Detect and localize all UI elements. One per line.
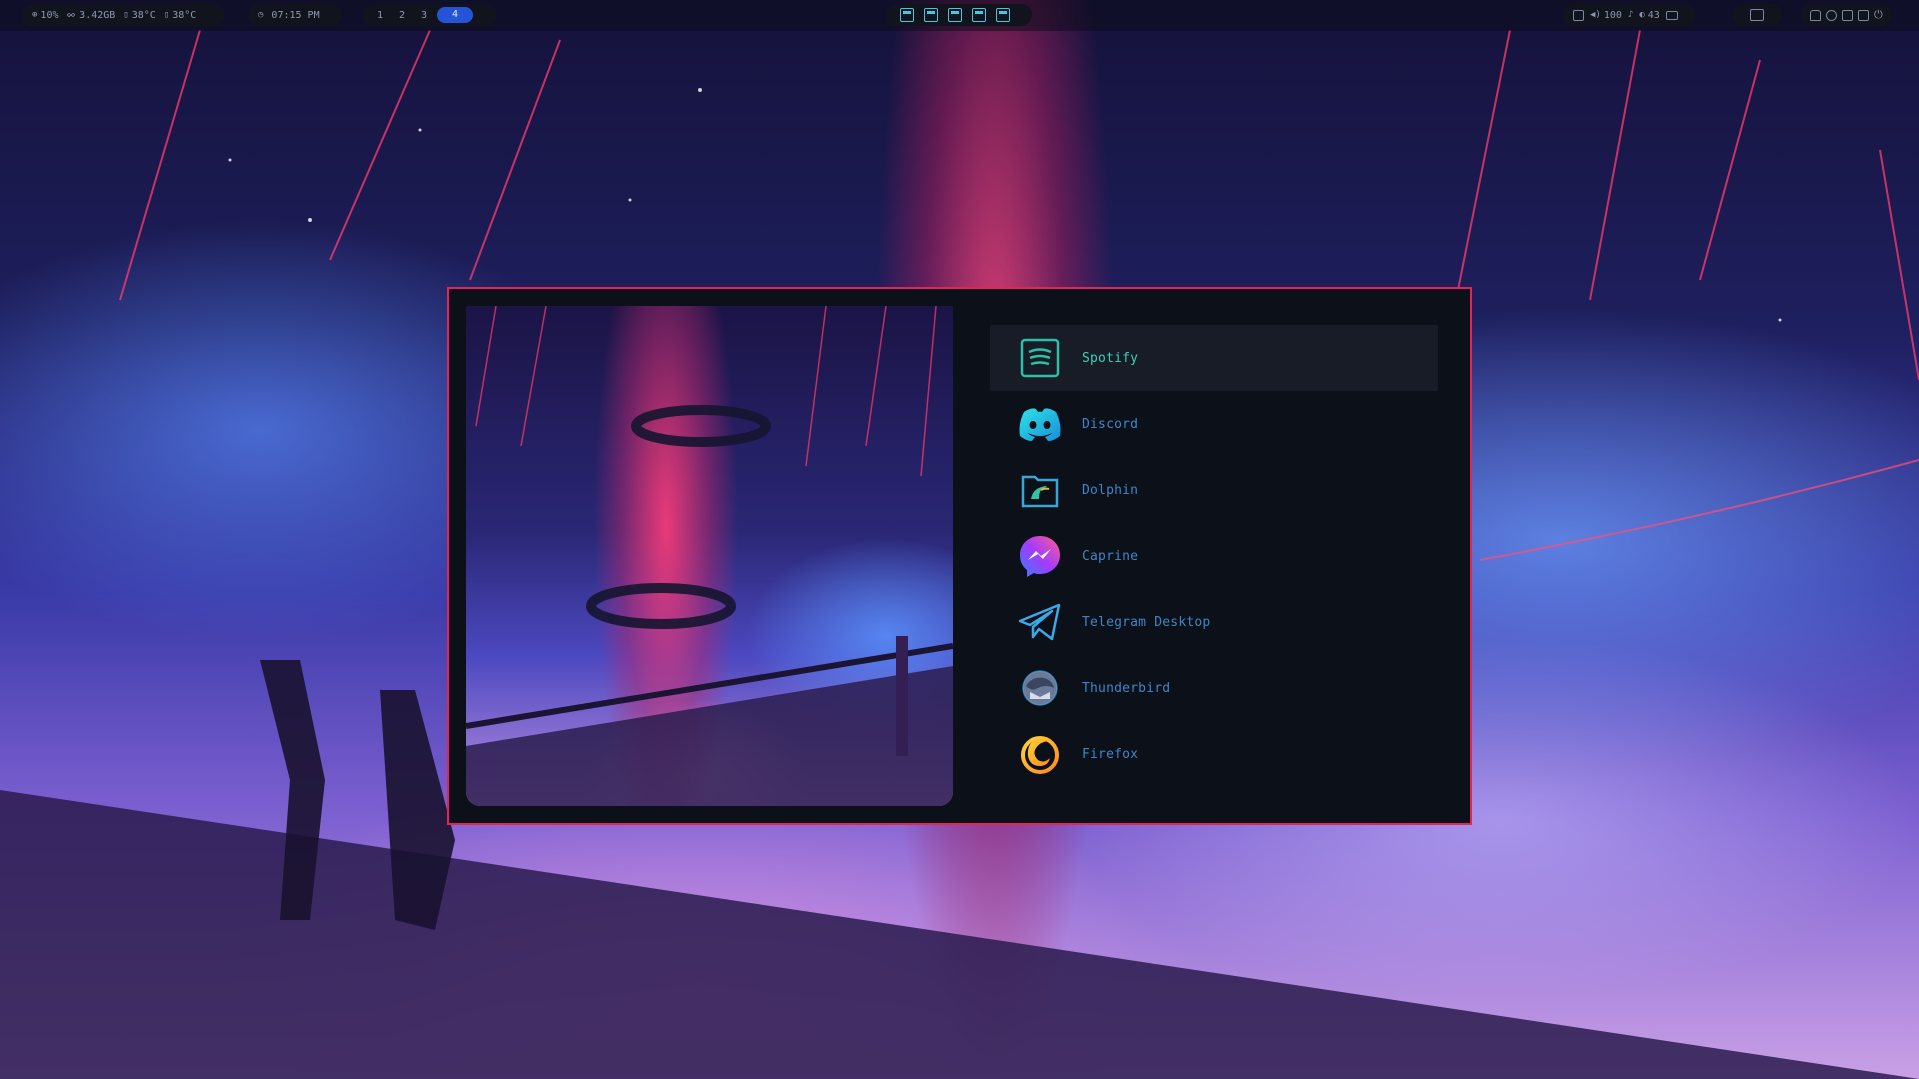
terminal-window-icon[interactable]	[900, 8, 914, 22]
tray-module: ⏻	[1801, 4, 1892, 26]
clock-module[interactable]: ◷ 07:15 PM	[248, 4, 342, 26]
telegram-icon	[1018, 603, 1061, 641]
dolphin-window-icon[interactable]	[924, 8, 938, 22]
palette-icon[interactable]	[1826, 9, 1837, 21]
app-label: Discord	[1082, 416, 1139, 432]
lock-icon[interactable]	[1810, 9, 1821, 21]
cpu-usage: 10%	[40, 9, 59, 21]
thunderbird-icon	[1022, 670, 1058, 706]
app-label: Caprine	[1082, 548, 1139, 564]
keyboard-icon[interactable]	[1665, 10, 1678, 20]
expand-icon[interactable]	[1842, 9, 1853, 21]
thermometer-icon: ▯	[123, 10, 129, 20]
app-item-dolphin[interactable]: Dolphin	[990, 457, 1438, 523]
workspace-4[interactable]: 4	[437, 7, 473, 23]
app-label: Dolphin	[1082, 482, 1139, 498]
app-label: Firefox	[1082, 746, 1139, 762]
caprine-icon	[1020, 536, 1060, 577]
brightness-level: 43	[1647, 9, 1660, 21]
cpu-temp: 38°C	[131, 9, 156, 21]
taskbar-apps	[886, 4, 1032, 26]
display-module[interactable]	[1732, 4, 1782, 26]
memory-icon: ᨖ	[66, 10, 77, 20]
monitor-icon	[1750, 9, 1764, 21]
app-item-firefox[interactable]: Firefox	[990, 721, 1438, 787]
system-stats-module: ⊕ 10% ᨖ 3.42GB ▯ 38°C ▯ 38°C	[22, 4, 225, 26]
workspace-3[interactable]: 3	[415, 10, 433, 21]
windows-icon[interactable]	[1858, 9, 1869, 21]
app-window-icon[interactable]	[972, 8, 986, 22]
microphone-icon[interactable]: ♪	[1628, 10, 1633, 20]
power-icon[interactable]: ⏻	[1874, 8, 1883, 22]
gpu-temp: 38°C	[172, 9, 197, 21]
dolphin-icon	[1021, 475, 1059, 508]
spotify-icon	[1020, 338, 1060, 378]
app-launcher: Spotify Discord Dolphin Caprine Telegram…	[447, 287, 1472, 825]
volume-icon[interactable]: ◀)	[1590, 10, 1601, 20]
cpu-icon: ⊕	[32, 10, 38, 20]
clock-time: 07:15 PM	[271, 9, 320, 21]
clock-icon: ◷	[258, 10, 264, 20]
app-item-caprine[interactable]: Caprine	[990, 523, 1438, 589]
app-label: Telegram Desktop	[1082, 614, 1211, 630]
app-item-spotify[interactable]: Spotify	[990, 325, 1438, 391]
preview-art	[466, 306, 953, 806]
workspace-2[interactable]: 2	[393, 10, 411, 21]
screen-icon[interactable]	[1573, 9, 1584, 21]
app-item-telegram-desktop[interactable]: Telegram Desktop	[990, 589, 1438, 655]
app-window-icon[interactable]	[948, 8, 962, 22]
app-item-discord[interactable]: Discord	[990, 391, 1438, 457]
app-label: Spotify	[1082, 350, 1139, 366]
memory-usage: 3.42GB	[79, 9, 116, 21]
app-item-thunderbird[interactable]: Thunderbird	[990, 655, 1438, 721]
top-bar: ⊕ 10% ᨖ 3.42GB ▯ 38°C ▯ 38°C ◷ 07:15 PM 1 2 …	[0, 0, 1919, 31]
brightness-icon: ◐	[1639, 10, 1645, 20]
dolphin-window-icon[interactable]	[996, 8, 1010, 22]
workspace-1[interactable]: 1	[371, 10, 389, 21]
discord-icon	[1019, 408, 1061, 441]
firefox-icon	[1021, 736, 1059, 774]
app-label: Thunderbird	[1082, 680, 1171, 696]
launcher-preview-image	[466, 306, 953, 806]
workspaces-module: 1 2 3 4	[363, 4, 497, 26]
status-module: ◀) 100 ♪ ◐ 43	[1563, 4, 1695, 26]
app-list: Spotify Discord Dolphin Caprine Telegram…	[990, 325, 1438, 787]
volume-level: 100	[1603, 9, 1622, 21]
thermometer-icon: ▯	[163, 10, 170, 20]
